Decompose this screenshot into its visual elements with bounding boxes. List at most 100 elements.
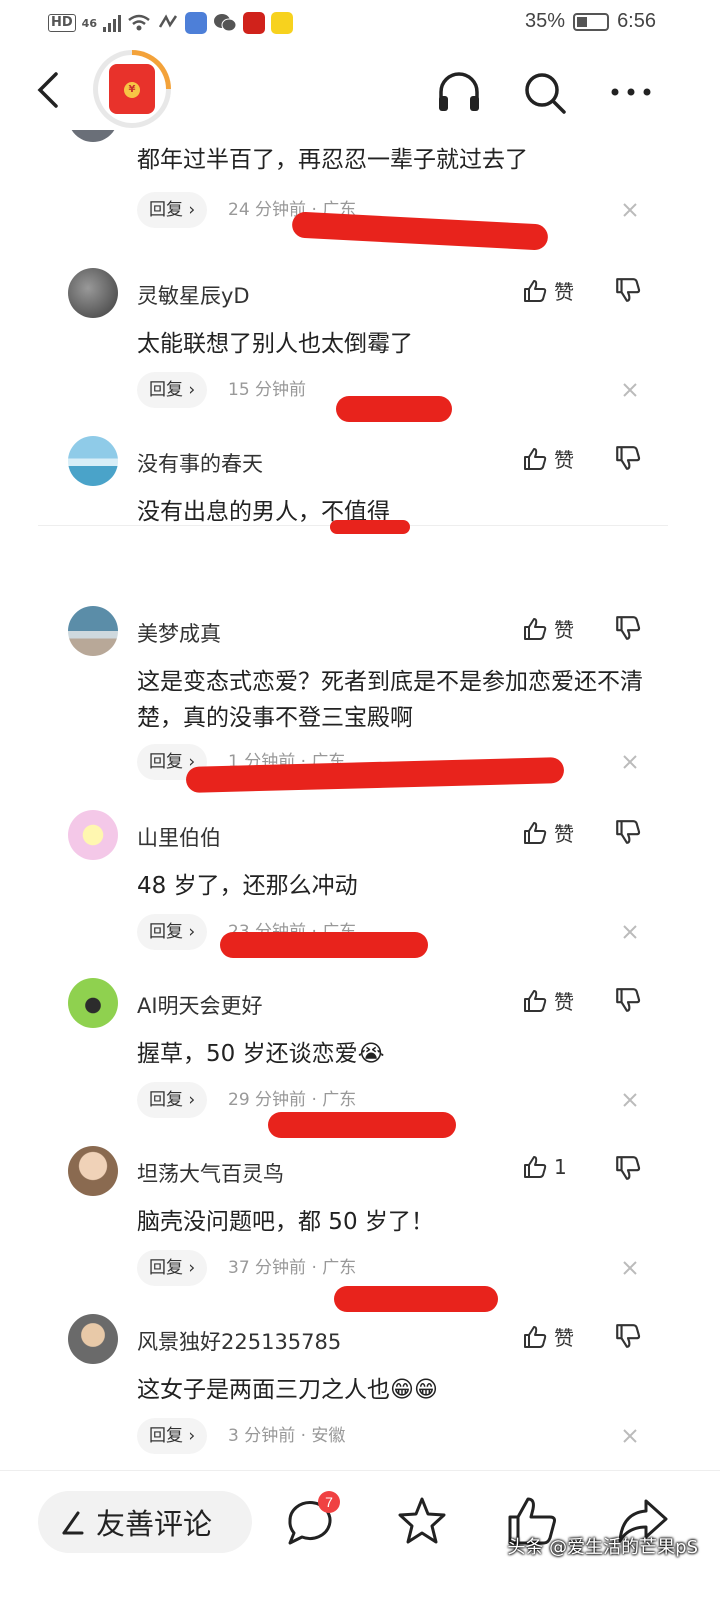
close-icon[interactable] — [620, 752, 640, 772]
like-button[interactable]: 赞 — [522, 276, 574, 305]
wechat-icon — [213, 14, 237, 32]
thumbs-up-icon — [524, 1156, 547, 1178]
user-avatar[interactable] — [68, 1146, 118, 1196]
headphones-icon[interactable] — [436, 70, 482, 114]
like-count: 赞 — [554, 448, 574, 472]
like-count: 赞 — [554, 618, 574, 642]
signal-icon — [102, 14, 121, 32]
thumbs-up-icon — [524, 279, 547, 302]
like-count: 赞 — [554, 280, 574, 304]
thumbs-down-icon[interactable] — [614, 1322, 642, 1350]
reply-button[interactable]: 回复 › — [137, 1250, 208, 1286]
reply-button[interactable]: 回复 › — [137, 914, 208, 950]
comment-item: 美梦成真 赞 这是变态式恋爱？死者到底是不是参加恋爱还不清楚，真的没事不登三宝殿… — [0, 606, 720, 802]
thumbs-down-icon[interactable] — [614, 444, 642, 472]
reply-button[interactable]: 回复 › — [137, 1418, 208, 1454]
comment-text: 这是变态式恋爱？死者到底是不是参加恋爱还不清楚，真的没事不登三宝殿啊 — [137, 669, 643, 731]
wifi-icon — [128, 14, 150, 31]
close-icon[interactable] — [620, 922, 640, 942]
thumbs-down-icon[interactable] — [614, 1154, 642, 1182]
comment-item: 风景独好225135785 赞 这女子是两面三刀之人也😁😁 回复 › 3 分钟前… — [0, 1314, 720, 1470]
like-button[interactable]: 赞 — [522, 444, 574, 473]
user-avatar[interactable] — [68, 268, 118, 318]
user-avatar[interactable] — [68, 130, 118, 142]
close-icon[interactable] — [620, 1090, 640, 1110]
comment-text: 脑壳没问题吧，都 50 岁了！ — [137, 1209, 434, 1235]
comment-text: 这女子是两面三刀之人也😁😁 — [137, 1377, 438, 1403]
thumbs-up-icon — [524, 617, 547, 640]
user-avatar[interactable] — [68, 978, 118, 1028]
clock: 6:56 — [617, 10, 656, 32]
comment-item: 山里伯伯 赞 48 岁了，还那么冲动 回复 › 23 分钟前 · 广东 — [0, 810, 720, 978]
comment-item: 坦荡大气百灵鸟 1 脑壳没问题吧，都 50 岁了！ 回复 › 37 分钟前 · … — [0, 1146, 720, 1314]
comment-text: 握草，50 岁还谈恋爱😭 — [137, 1041, 385, 1067]
user-avatar[interactable] — [68, 810, 118, 860]
user-name[interactable]: 山里伯伯 — [137, 822, 221, 852]
user-name[interactable]: 灵敏星辰yD — [137, 280, 250, 310]
user-avatar[interactable] — [68, 436, 118, 486]
comment-meta: 15 分钟前 — [228, 380, 307, 400]
comment-list: 都年过半百了，再忍忍一辈子就过去了 回复 › 24 分钟前 · 广东 灵敏星辰y… — [0, 130, 720, 1470]
bottom-bar: 友善评论 7 头条 @爱生活的芒果pS — [0, 1470, 720, 1600]
red-scribble — [220, 932, 428, 958]
comment-item: AI明天会更好 赞 握草，50 岁还谈恋爱😭 回复 › 29 分钟前 · 广东 — [0, 978, 720, 1146]
red-scribble — [268, 1112, 456, 1138]
comment-text: 都年过半百了，再忍忍一辈子就过去了 — [137, 147, 528, 173]
red-scribble — [336, 396, 452, 422]
close-icon[interactable] — [620, 200, 640, 220]
vibrate-icon — [158, 14, 178, 28]
like-button[interactable]: 赞 — [522, 818, 574, 847]
top-bar: ¥ — [0, 50, 720, 130]
like-count: 赞 — [554, 822, 574, 846]
user-name[interactable]: 美梦成真 — [137, 618, 221, 648]
user-name[interactable]: 坦荡大气百灵鸟 — [137, 1158, 284, 1188]
user-avatar[interactable] — [68, 1314, 118, 1364]
close-icon[interactable] — [620, 380, 640, 400]
user-name[interactable]: 没有事的春天 — [137, 448, 263, 478]
like-count: 1 — [554, 1155, 567, 1179]
network-type: 46 — [81, 16, 97, 30]
like-button[interactable]: 赞 — [522, 1322, 574, 1351]
comment-item: 灵敏星辰yD 赞 太能联想了别人也太倒霉了 回复 › 15 分钟前 — [0, 268, 720, 436]
thumbs-down-icon[interactable] — [614, 986, 642, 1014]
comment-meta: 37 分钟前 · 广东 — [228, 1258, 357, 1278]
comment-placeholder: 友善评论 — [96, 1507, 213, 1541]
close-icon[interactable] — [620, 1258, 640, 1278]
comment-meta: 3 分钟前 · 安徽 — [228, 1426, 346, 1446]
red-scribble — [334, 1286, 498, 1312]
thumbs-down-icon[interactable] — [614, 614, 642, 642]
like-button[interactable]: 赞 — [522, 614, 574, 643]
search-icon[interactable] — [522, 70, 568, 116]
like-count: 赞 — [554, 990, 574, 1014]
like-button[interactable]: 赞 — [522, 986, 574, 1015]
thumbs-up-icon — [524, 821, 547, 844]
red-packet-avatar[interactable]: ¥ — [93, 50, 171, 128]
reply-button[interactable]: 回复 › — [137, 372, 208, 408]
shopping-app-icon — [184, 12, 207, 34]
game-app-icon — [270, 12, 293, 34]
comment-text: 48 岁了，还那么冲动 — [137, 873, 358, 899]
watermark: 头条 @爱生活的芒果pS — [507, 1537, 698, 1558]
news-app-icon — [242, 12, 265, 34]
more-options-icon[interactable] — [608, 72, 654, 112]
close-icon[interactable] — [620, 1426, 640, 1446]
user-avatar[interactable] — [68, 606, 118, 656]
reply-button[interactable]: 回复 › — [137, 1082, 208, 1118]
comment-input[interactable]: 友善评论 — [38, 1491, 252, 1553]
red-scribble — [291, 211, 549, 251]
battery-icon — [573, 12, 610, 31]
thumbs-down-icon[interactable] — [614, 818, 642, 846]
user-name[interactable]: 风景独好225135785 — [137, 1326, 341, 1356]
like-count: 赞 — [554, 1326, 574, 1350]
star-icon[interactable] — [394, 1493, 450, 1549]
user-name[interactable]: AI明天会更好 — [137, 990, 263, 1020]
status-bar: HD 46 35% 6:56 — [0, 0, 720, 50]
thumbs-down-icon[interactable] — [614, 276, 642, 304]
hd-indicator: HD — [48, 14, 76, 32]
thumbs-up-icon — [524, 1325, 547, 1348]
thumbs-up-icon — [524, 989, 547, 1012]
thumbs-up-icon — [524, 447, 547, 470]
reply-button[interactable]: 回复 › — [137, 192, 208, 228]
back-arrow-icon[interactable] — [30, 70, 70, 110]
like-button[interactable]: 1 — [522, 1154, 567, 1180]
